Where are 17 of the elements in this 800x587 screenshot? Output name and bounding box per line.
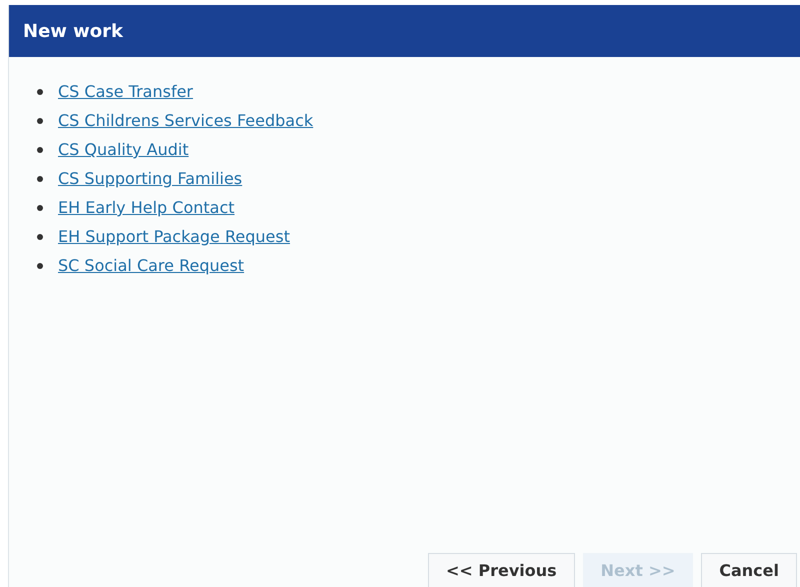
work-type-link[interactable]: CS Childrens Services Feedback [58,111,314,130]
work-type-link[interactable]: CS Quality Audit [58,140,189,159]
bullet-icon [37,146,43,152]
bullet-icon [37,176,43,182]
work-type-link[interactable]: CS Supporting Families [58,169,242,188]
dialog-title: New work [23,20,124,42]
bullet-icon [37,88,43,94]
work-type-link[interactable]: EH Early Help Contact [58,198,235,217]
bullet-icon [37,118,43,124]
previous-button[interactable]: << Previous [428,553,575,587]
work-type-link[interactable]: EH Support Package Request [58,227,290,246]
bullet-icon [37,262,43,268]
bullet-icon [37,234,43,240]
bullet-icon [37,204,43,210]
work-type-link[interactable]: SC Social Care Request [58,256,244,275]
work-type-link[interactable]: CS Case Transfer [58,82,193,101]
cancel-button[interactable]: Cancel [701,553,797,587]
